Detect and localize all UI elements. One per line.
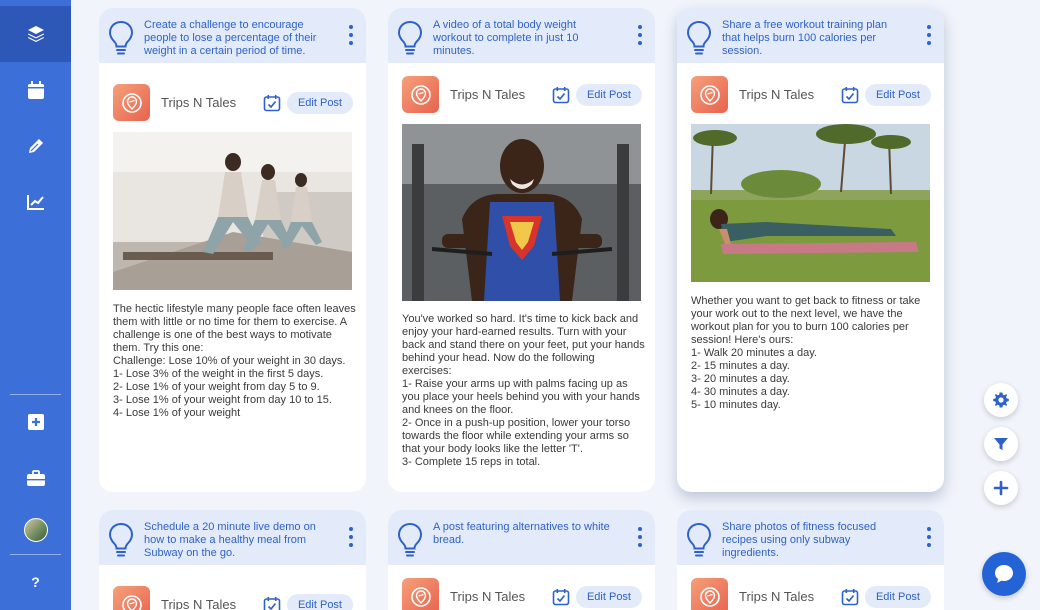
layers-icon xyxy=(27,26,44,42)
author-row: Trips N Tales Edit Post xyxy=(113,586,353,610)
author-name: Trips N Tales xyxy=(739,87,815,102)
filter-button[interactable] xyxy=(984,427,1018,461)
sidebar-item-analytics[interactable] xyxy=(0,174,71,230)
sidebar-item-edit[interactable] xyxy=(0,118,71,174)
sidebar-item-layers[interactable] xyxy=(0,6,71,62)
pencil-icon xyxy=(28,139,43,153)
card-header: A video of a total body weight workout t… xyxy=(388,8,655,63)
sidebar-item-add[interactable] xyxy=(0,394,71,450)
author-row: Trips N Tales Edit Post xyxy=(691,578,931,610)
edit-post-button[interactable]: Edit Post xyxy=(575,585,642,608)
author-row: Trips N Tales Edit Post xyxy=(113,84,353,121)
more-options-icon[interactable] xyxy=(349,25,353,45)
more-options-icon[interactable] xyxy=(927,527,931,547)
post-card: A video of a total body weight workout t… xyxy=(388,8,655,492)
edit-post-button[interactable]: Edit Post xyxy=(864,585,931,608)
avatar xyxy=(23,518,48,542)
post-card: Share photos of fitness focused recipes … xyxy=(677,510,944,610)
author-name: Trips N Tales xyxy=(161,95,237,110)
edit-post-button[interactable]: Edit Post xyxy=(864,83,931,106)
card-header: Create a challenge to encourage people t… xyxy=(99,8,366,63)
lightbulb-icon xyxy=(108,522,134,558)
sidebar-item-help[interactable]: ? xyxy=(0,554,71,610)
card-prompt: Share a free workout training plan that … xyxy=(722,19,888,57)
brand-logo xyxy=(113,84,150,121)
brand-logo xyxy=(402,578,439,610)
author-name: Trips N Tales xyxy=(161,597,237,610)
briefcase-icon xyxy=(26,470,45,486)
post-card: Share a free workout training plan that … xyxy=(677,8,944,492)
post-image xyxy=(691,124,930,282)
sidebar: ? xyxy=(0,0,71,610)
author-name: Trips N Tales xyxy=(739,589,815,604)
more-options-icon[interactable] xyxy=(638,527,642,547)
brand-logo xyxy=(691,76,728,113)
calendar-check-icon[interactable] xyxy=(841,588,859,606)
analytics-icon xyxy=(26,195,44,210)
chat-bubble-icon xyxy=(995,565,1013,583)
calendar-check-icon[interactable] xyxy=(841,86,859,104)
calendar-icon xyxy=(27,81,44,99)
gear-icon xyxy=(993,392,1009,408)
edit-post-button[interactable]: Edit Post xyxy=(286,91,353,114)
lightbulb-icon xyxy=(686,522,712,558)
card-header: Share photos of fitness focused recipes … xyxy=(677,510,944,565)
sidebar-item-calendar[interactable] xyxy=(0,62,71,118)
help-icon: ? xyxy=(31,574,40,590)
brand-logo xyxy=(691,578,728,610)
add-square-icon xyxy=(27,414,44,430)
filter-icon xyxy=(994,438,1008,450)
sidebar-item-briefcase[interactable] xyxy=(0,450,71,506)
calendar-check-icon[interactable] xyxy=(552,86,570,104)
add-button[interactable] xyxy=(984,471,1018,505)
card-prompt: A video of a total body weight workout t… xyxy=(433,19,579,57)
post-card: Schedule a 20 minute live demo on how to… xyxy=(99,510,366,610)
brand-logo xyxy=(402,76,439,113)
lightbulb-icon xyxy=(397,20,423,56)
card-prompt: Share photos of fitness focused recipes … xyxy=(722,521,877,559)
post-image xyxy=(402,124,641,301)
post-card: Create a challenge to encourage people t… xyxy=(99,8,366,492)
post-body: The hectic lifestyle many people face of… xyxy=(113,303,356,419)
author-name: Trips N Tales xyxy=(450,589,526,604)
post-body: You've worked so hard. It's time to kick… xyxy=(402,313,645,468)
calendar-check-icon[interactable] xyxy=(552,588,570,606)
card-prompt: Create a challenge to encourage people t… xyxy=(144,19,317,57)
card-header: Share a free workout training plan that … xyxy=(677,8,944,63)
card-header: Schedule a 20 minute live demo on how to… xyxy=(99,510,366,565)
more-options-icon[interactable] xyxy=(638,25,642,45)
lightbulb-icon xyxy=(397,522,423,558)
author-row: Trips N Tales Edit Post xyxy=(402,76,642,113)
calendar-check-icon[interactable] xyxy=(263,94,281,112)
lightbulb-icon xyxy=(108,20,134,56)
chat-button[interactable] xyxy=(982,552,1026,596)
sidebar-item-profile[interactable] xyxy=(0,502,71,558)
post-body: Whether you want to get back to fitness … xyxy=(691,295,921,411)
author-row: Trips N Tales Edit Post xyxy=(402,578,642,610)
lightbulb-icon xyxy=(686,20,712,56)
brand-logo xyxy=(113,586,150,610)
author-row: Trips N Tales Edit Post xyxy=(691,76,931,113)
plus-icon xyxy=(993,480,1009,496)
edit-post-button[interactable]: Edit Post xyxy=(286,593,353,610)
card-header: A post featuring alternatives to white b… xyxy=(388,510,655,565)
edit-post-button[interactable]: Edit Post xyxy=(575,83,642,106)
post-image xyxy=(113,132,352,290)
card-prompt: A post featuring alternatives to white b… xyxy=(433,521,610,546)
calendar-check-icon[interactable] xyxy=(263,596,281,610)
settings-button[interactable] xyxy=(984,383,1018,417)
author-name: Trips N Tales xyxy=(450,87,526,102)
more-options-icon[interactable] xyxy=(349,527,353,547)
card-prompt: Schedule a 20 minute live demo on how to… xyxy=(144,521,316,559)
more-options-icon[interactable] xyxy=(927,25,931,45)
post-card: A post featuring alternatives to white b… xyxy=(388,510,655,610)
